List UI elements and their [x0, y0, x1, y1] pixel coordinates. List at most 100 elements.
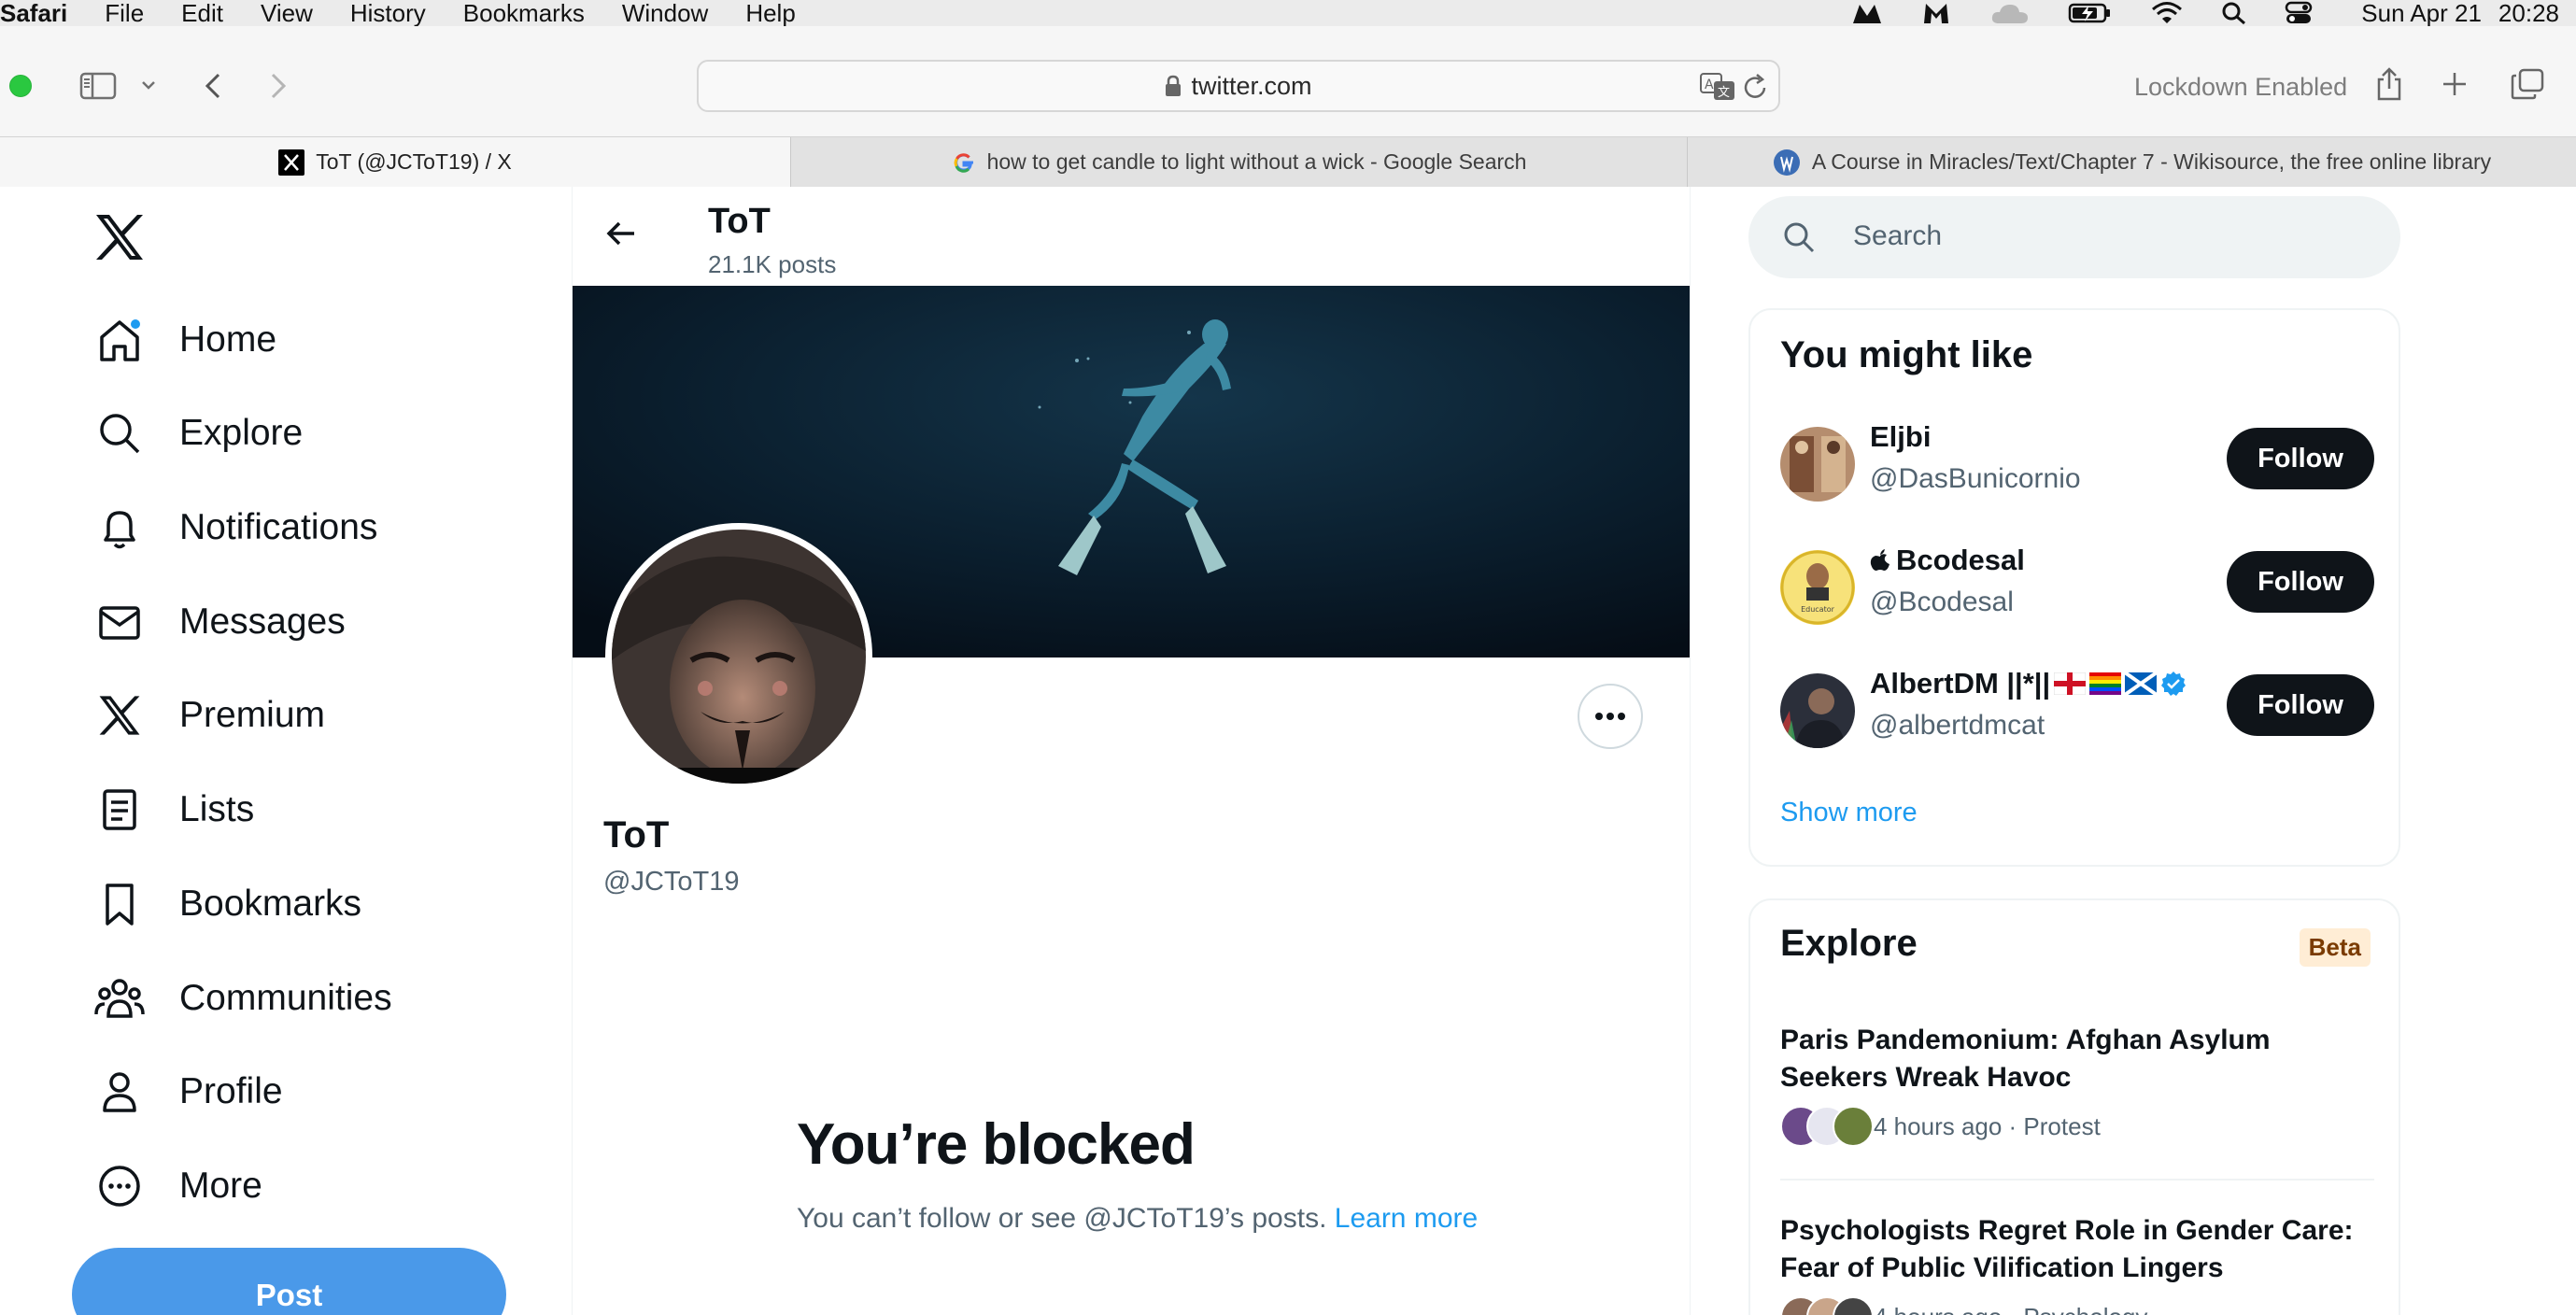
- story-avatars: [1780, 1106, 1874, 1147]
- bookmark-icon: [93, 878, 146, 930]
- follow-button[interactable]: Follow: [2227, 551, 2374, 613]
- nav-messages[interactable]: Messages: [93, 594, 346, 650]
- nav-premium[interactable]: Premium: [93, 687, 325, 743]
- suggestion-row[interactable]: AlbertDM ||*|| @albertdmcat Follow: [1780, 667, 2378, 751]
- url-text: twitter.com: [1191, 71, 1312, 100]
- show-more-link[interactable]: Show more: [1780, 798, 1918, 828]
- wifi-icon[interactable]: [2150, 1, 2184, 25]
- nav-label: Premium: [179, 695, 326, 735]
- search-icon: [93, 407, 146, 460]
- nav-bookmarks[interactable]: Bookmarks: [93, 876, 361, 932]
- clock-time: 20:28: [2498, 0, 2559, 27]
- explore-story[interactable]: Psychologists Regret Role in Gender Care…: [1780, 1212, 2374, 1315]
- suggestion-name-text: AlbertDM ||*||: [1870, 667, 2051, 700]
- nav-communities[interactable]: Communities: [93, 970, 392, 1026]
- follow-button[interactable]: Follow: [2227, 428, 2374, 489]
- learn-more-link[interactable]: Learn more: [1335, 1203, 1478, 1234]
- x-logo-icon[interactable]: [93, 213, 146, 262]
- wikisource-favicon-icon: [1773, 148, 1801, 177]
- menubar-clock[interactable]: Sun Apr 21 20:28: [2344, 0, 2559, 28]
- tab-overview-icon[interactable]: [2509, 65, 2546, 103]
- control-center-icon[interactable]: [2285, 1, 2313, 25]
- divider: [1780, 1179, 2374, 1181]
- menu-window[interactable]: Window: [603, 0, 727, 28]
- menu-app-safari[interactable]: Safari: [0, 0, 86, 28]
- story-title: Paris Pandemonium: Afghan Asylum Seekers…: [1780, 1025, 2271, 1093]
- suggestion-name-text: Bcodesal: [1896, 544, 2025, 576]
- clock-date: Sun Apr 21: [2361, 0, 2482, 27]
- forward-nav-icon[interactable]: [263, 67, 293, 105]
- suggestion-row[interactable]: Eljbi @DasBunicornio Follow: [1780, 420, 2378, 504]
- post-count: 21.1K posts: [708, 250, 837, 278]
- tab-twitter-profile[interactable]: ToT (@JCToT19) / X: [0, 137, 790, 187]
- share-icon[interactable]: [2372, 64, 2406, 105]
- bell-icon: [93, 502, 146, 554]
- menu-file[interactable]: File: [86, 0, 163, 28]
- avatar: Educator: [1780, 550, 1855, 625]
- card-title: Explore: [1780, 923, 1918, 964]
- explore-story[interactable]: Paris Pandemonium: Afghan Asylum Seekers…: [1780, 1022, 2374, 1147]
- new-tab-icon[interactable]: [2438, 67, 2471, 101]
- follow-button[interactable]: Follow: [2227, 674, 2374, 736]
- suggestion-handle: @DasBunicornio: [1870, 463, 2081, 494]
- nav-profile[interactable]: Profile: [93, 1064, 283, 1120]
- spotlight-search-icon[interactable]: [2221, 1, 2247, 25]
- menu-view[interactable]: View: [242, 0, 332, 28]
- nav-label: Communities: [179, 978, 392, 1018]
- malwarebytes-icon[interactable]: [1920, 1, 1952, 25]
- address-bar[interactable]: twitter.com A文: [697, 60, 1780, 112]
- search-icon: [1782, 220, 1816, 254]
- rainbow-flag-icon: [2089, 672, 2122, 695]
- post-button[interactable]: Post: [72, 1248, 506, 1315]
- nav-more[interactable]: More: [93, 1158, 262, 1214]
- menu-help[interactable]: Help: [727, 0, 814, 28]
- profile-more-button[interactable]: [1578, 684, 1643, 749]
- nav-label: Bookmarks: [179, 884, 362, 924]
- profile-name: ToT: [603, 814, 670, 855]
- chevron-down-icon[interactable]: [138, 75, 159, 95]
- envelope-icon: [93, 596, 146, 648]
- notification-dot: [129, 318, 142, 331]
- scotland-flag-icon: [2125, 672, 2158, 695]
- tab-google-search[interactable]: how to get candle to light without a wic…: [790, 137, 1687, 187]
- tab-bar: ToT (@JCToT19) / X how to get candle to …: [0, 136, 2576, 187]
- status-app-icon[interactable]: [1851, 1, 1883, 25]
- nav-label: More: [179, 1166, 262, 1206]
- suggestion-handle: @Bcodesal: [1870, 587, 2014, 617]
- reload-icon[interactable]: [1743, 73, 1769, 101]
- cloud-icon[interactable]: [1989, 1, 2031, 25]
- explore-card: Explore Beta Paris Pandemonium: Afghan A…: [1748, 898, 2400, 1315]
- nav-label: Notifications: [179, 507, 378, 547]
- profile-header-bar: ToT 21.1K posts: [573, 187, 1690, 286]
- lockdown-status: Lockdown Enabled: [2134, 73, 2348, 101]
- story-meta: 4 hours ago · Protest: [1874, 1111, 2101, 1140]
- profile-avatar[interactable]: [605, 523, 872, 790]
- sidebar-toggle-icon[interactable]: [78, 67, 118, 105]
- battery-icon[interactable]: [2068, 1, 2113, 25]
- nav-notifications[interactable]: Notifications: [93, 500, 377, 556]
- nav-label: Profile: [179, 1071, 283, 1111]
- window-zoom-button[interactable]: [9, 75, 32, 97]
- menu-edit[interactable]: Edit: [163, 0, 242, 28]
- nav-lists[interactable]: Lists: [93, 782, 254, 838]
- back-nav-icon[interactable]: [198, 67, 228, 105]
- suggestion-row[interactable]: Educator Bcodesal @Bcodesal Follow: [1780, 544, 2378, 628]
- google-favicon-icon: [952, 150, 976, 175]
- translate-icon[interactable]: A文: [1700, 73, 1735, 101]
- tab-wikisource[interactable]: A Course in Miracles/Text/Chapter 7 - Wi…: [1687, 137, 2576, 187]
- menu-bookmarks[interactable]: Bookmarks: [445, 0, 603, 28]
- profile-handle: @JCToT19: [603, 867, 740, 897]
- person-icon: [93, 1066, 146, 1118]
- story-meta: 4 hours ago · Psychology: [1874, 1303, 2147, 1315]
- nav-explore[interactable]: Explore: [93, 405, 303, 461]
- back-arrow-icon[interactable]: [602, 215, 640, 252]
- menu-history[interactable]: History: [332, 0, 445, 28]
- search-input[interactable]: Search: [1748, 196, 2400, 278]
- avatar: [1780, 673, 1855, 748]
- who-to-follow-card: You might like Eljbi @DasBunicornio Foll…: [1748, 308, 2400, 867]
- svg-text:Educator: Educator: [1801, 605, 1835, 614]
- home-icon: [93, 314, 146, 366]
- story-title: Psychologists Regret Role in Gender Care…: [1780, 1215, 2354, 1283]
- nav-home[interactable]: Home: [93, 312, 276, 368]
- menu-bar: Safari File Edit View History Bookmarks …: [0, 0, 2576, 28]
